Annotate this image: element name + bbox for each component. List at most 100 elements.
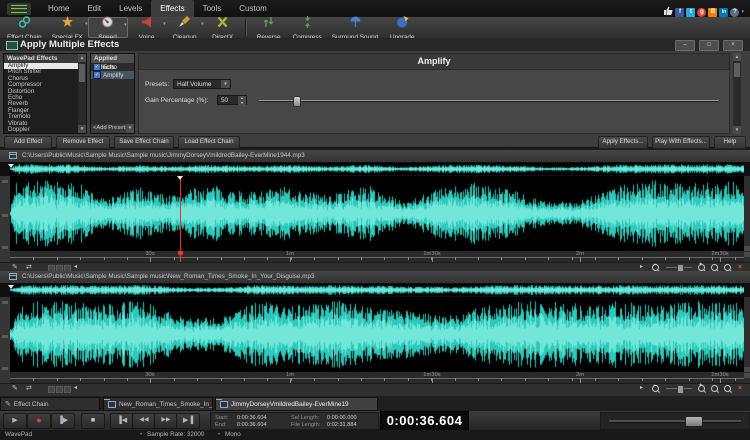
track1-waveform-canvas[interactable] (10, 176, 744, 251)
fast-forward-button[interactable]: ▶▶ (154, 413, 178, 429)
track1-playhead-square[interactable] (178, 251, 183, 255)
volume-slider-handle[interactable] (685, 416, 703, 427)
facebook-icon[interactable]: f (675, 8, 684, 17)
fx-scroll-thumb[interactable] (734, 63, 740, 77)
track2-pan-icon[interactable]: ⇄ (26, 384, 32, 393)
upgrade-icon (396, 15, 409, 33)
library-scrollbar[interactable] (78, 62, 86, 125)
gain-value-spinbox[interactable]: 50 ▴ ▾ (217, 95, 247, 105)
track2-tool-c[interactable] (64, 386, 71, 393)
surround-sound-button[interactable]: Surround Sound (327, 17, 384, 38)
track2-ruler[interactable]: 30s1m1m30s2m2m30s (10, 372, 744, 383)
add-effect-button[interactable]: Add Effect (4, 136, 52, 149)
play-with-effects-button[interactable]: Play With Effects... (652, 136, 710, 149)
volume-slider[interactable] (609, 420, 741, 423)
track1-scroll-button-b[interactable] (744, 252, 750, 257)
save-effect-chain-button[interactable]: Save Effect Chain (114, 136, 174, 149)
file-tab-new-roman-times[interactable]: New_Roman_Times_Smoke_In_Your_ (103, 397, 213, 411)
fx-scroll-up-button[interactable]: ▲ (733, 53, 741, 61)
speed-dropdown-caret[interactable]: ▾ (124, 22, 127, 28)
gain-slider-thumb[interactable] (293, 96, 301, 107)
library-scroll-down-button[interactable]: ▼ (78, 125, 86, 133)
googleplus-icon[interactable]: g (697, 8, 706, 17)
track2-zoom-slider-thumb[interactable] (677, 385, 684, 394)
rewind-button[interactable]: ◀◀ (132, 413, 156, 429)
library-item-doppler[interactable]: Doppler (4, 127, 86, 133)
social-more-caret[interactable]: ▾ (741, 9, 744, 15)
track2-titlebar[interactable]: C:\Users\Public\Music\Sample Music\Sampl… (0, 271, 750, 283)
fx-scroll-down-button[interactable]: ▼ (733, 126, 741, 134)
track1-ruler[interactable]: 30s1m1m30s2m2m30s (10, 251, 744, 262)
track2-tool-a[interactable] (48, 386, 55, 393)
blogger-icon[interactable]: B (708, 8, 717, 17)
effect-chain-panel-tab[interactable]: ✎ Effect Chain (0, 397, 100, 411)
track2-zoom-out-icon[interactable]: − (652, 385, 661, 393)
skip-to-start-button[interactable]: ▐◀ (110, 413, 134, 429)
apply-effects-button[interactable]: Apply Effects... (598, 136, 648, 149)
minimize-button[interactable]: – (675, 40, 695, 51)
track1-titlebar[interactable]: C:\Users\Public\Music\Sample Music\Sampl… (0, 150, 750, 162)
twitter-icon[interactable]: t (686, 8, 695, 17)
speed-button[interactable]: Speed ▾ (88, 17, 128, 38)
presets-dropdown-caret[interactable]: ▾ (221, 80, 230, 88)
effect-chain-button[interactable]: Effect Chain (2, 17, 47, 38)
gain-slider[interactable] (259, 99, 719, 102)
amplify-checkbox[interactable]: ✓ (93, 71, 101, 79)
play-button[interactable]: ▶ (3, 413, 27, 429)
cleanup-button[interactable]: Cleanup ▾ (166, 17, 204, 38)
track1-scroll-button-a[interactable] (744, 246, 750, 251)
echo-checkbox[interactable]: ✓ (93, 63, 101, 71)
track2-zoom-full-icon[interactable] (724, 385, 733, 393)
track2-scroll-button-a[interactable] (744, 367, 750, 372)
track2-close-zoom-icon[interactable]: × (738, 384, 742, 393)
add-preset-caret[interactable]: ▾ (126, 124, 134, 133)
add-preset-row[interactable]: <Add Preset> ▾ (91, 124, 134, 133)
skip-to-end-button[interactable]: ▶▐ (176, 413, 200, 429)
maximize-button[interactable]: □ (699, 40, 719, 51)
track2-scroll-button-b[interactable] (744, 373, 750, 378)
applied-effect-row-echo[interactable]: ✓ Echo (91, 63, 134, 71)
speed-icon (101, 15, 114, 33)
track2-zoom-slider[interactable] (666, 388, 692, 389)
load-effect-chain-button[interactable]: Load Effect Chain (178, 136, 240, 149)
track2-waveform-canvas[interactable] (10, 297, 744, 372)
track2-draw-icon[interactable]: ✎ (12, 384, 18, 393)
linkedin-icon[interactable]: in (719, 8, 728, 17)
presets-dropdown[interactable]: Half Volume ▾ (173, 79, 231, 89)
track1-overview-strip[interactable] (0, 162, 750, 176)
close-button[interactable]: × (723, 40, 743, 51)
special-fx-button[interactable]: Special FX ▾ (47, 17, 88, 38)
directx-button[interactable]: DirectX (204, 17, 242, 38)
track2-zoom-selection-icon[interactable] (711, 385, 720, 393)
track1-right-scrollstrip[interactable] (744, 176, 750, 262)
track1-playhead-marker[interactable] (177, 176, 183, 180)
effect-detail-panel: Amplify Presets: Half Volume ▾ Gain Perc… (138, 53, 730, 134)
play-from-cursor-button[interactable]: ▐▶ (51, 413, 75, 429)
track2-overview-strip[interactable] (0, 283, 750, 297)
file-tab-jimmy-dorsey[interactable]: JimmyDorseyVmildredBailey-EverMine19 (215, 397, 378, 411)
help-icon[interactable]: ? (730, 8, 739, 17)
track1-overview-canvas[interactable] (10, 163, 744, 175)
gain-spin-down[interactable]: ▾ (238, 101, 246, 106)
remove-effect-button[interactable]: Remove Effect (56, 136, 110, 149)
track1-playhead-line[interactable] (180, 176, 181, 262)
stop-button[interactable]: ■ (81, 413, 105, 429)
applied-effect-row-amplify[interactable]: ✓ Amplify (91, 71, 134, 79)
track2-zoom-in-icon[interactable]: + (698, 385, 707, 393)
library-scroll-thumb[interactable] (79, 64, 85, 82)
library-scroll-up-button[interactable]: ▲ (78, 54, 86, 62)
track2-zoom-caret[interactable]: ▸ (640, 384, 643, 393)
fx-panel-scrollbar[interactable]: ▲ ▼ (733, 53, 741, 134)
help-button[interactable]: Help (714, 136, 746, 149)
record-button[interactable]: ● (27, 413, 51, 429)
compress-button[interactable]: Compress (288, 17, 327, 38)
track1-zoom-slider[interactable] (666, 267, 692, 268)
track2-tool-caret[interactable]: ◂ (74, 384, 77, 393)
reverse-button[interactable]: Reverse (250, 17, 288, 38)
voice-button[interactable]: Voice ▾ (128, 17, 166, 38)
upgrade-button[interactable]: Upgrade (383, 17, 421, 38)
track2-tool-b[interactable] (56, 386, 63, 393)
track2-overview-canvas[interactable] (10, 284, 744, 296)
hamburger-menu-button[interactable] (7, 3, 31, 15)
track2-right-scrollstrip[interactable] (744, 297, 750, 383)
